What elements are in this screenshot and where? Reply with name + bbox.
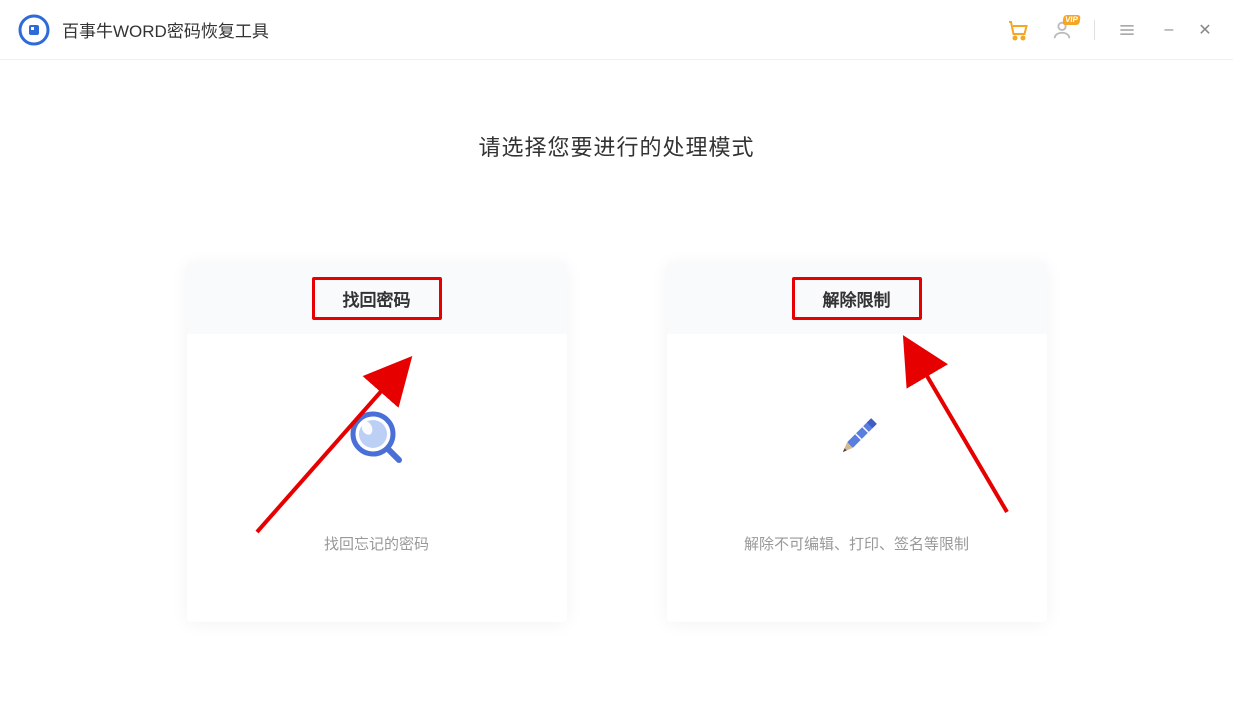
close-button[interactable]: ✕ xyxy=(1195,20,1215,40)
vip-badge: VIP xyxy=(1062,15,1080,25)
divider xyxy=(1094,20,1095,40)
card-description: 解除不可编辑、打印、签名等限制 xyxy=(744,533,969,554)
page-heading: 请选择您要进行的处理模式 xyxy=(478,130,754,162)
cart-icon[interactable] xyxy=(1006,18,1030,42)
mode-cards: 找回密码 找回忘记的密码 xyxy=(187,262,1047,622)
card-title: 找回密码 xyxy=(312,277,442,320)
card-header: 找回密码 xyxy=(187,262,567,334)
window-controls: – ✕ xyxy=(1159,20,1215,40)
menu-icon[interactable] xyxy=(1115,18,1139,42)
title-left: 百事牛WORD密码恢复工具 xyxy=(18,14,269,46)
minimize-button[interactable]: – xyxy=(1159,20,1179,40)
titlebar: 百事牛WORD密码恢复工具 VIP xyxy=(0,0,1233,60)
user-vip-icon[interactable]: VIP xyxy=(1050,18,1074,42)
app-title: 百事牛WORD密码恢复工具 xyxy=(62,17,269,42)
magnifier-icon xyxy=(342,403,412,473)
card-body: 找回忘记的密码 xyxy=(187,334,567,622)
card-title: 解除限制 xyxy=(792,277,922,320)
card-remove-restriction[interactable]: 解除限制 xyxy=(667,262,1047,622)
app-logo-icon xyxy=(18,14,50,46)
card-recover-password[interactable]: 找回密码 找回忘记的密码 xyxy=(187,262,567,622)
main-content: 请选择您要进行的处理模式 找回密码 找回忘记的密码 xyxy=(0,60,1233,721)
pencil-icon xyxy=(822,403,892,473)
card-body: 解除不可编辑、打印、签名等限制 xyxy=(667,334,1047,622)
card-description: 找回忘记的密码 xyxy=(324,533,429,554)
app-window: 百事牛WORD密码恢复工具 VIP xyxy=(0,0,1233,721)
card-header: 解除限制 xyxy=(667,262,1047,334)
title-right: VIP – ✕ xyxy=(1006,18,1215,42)
